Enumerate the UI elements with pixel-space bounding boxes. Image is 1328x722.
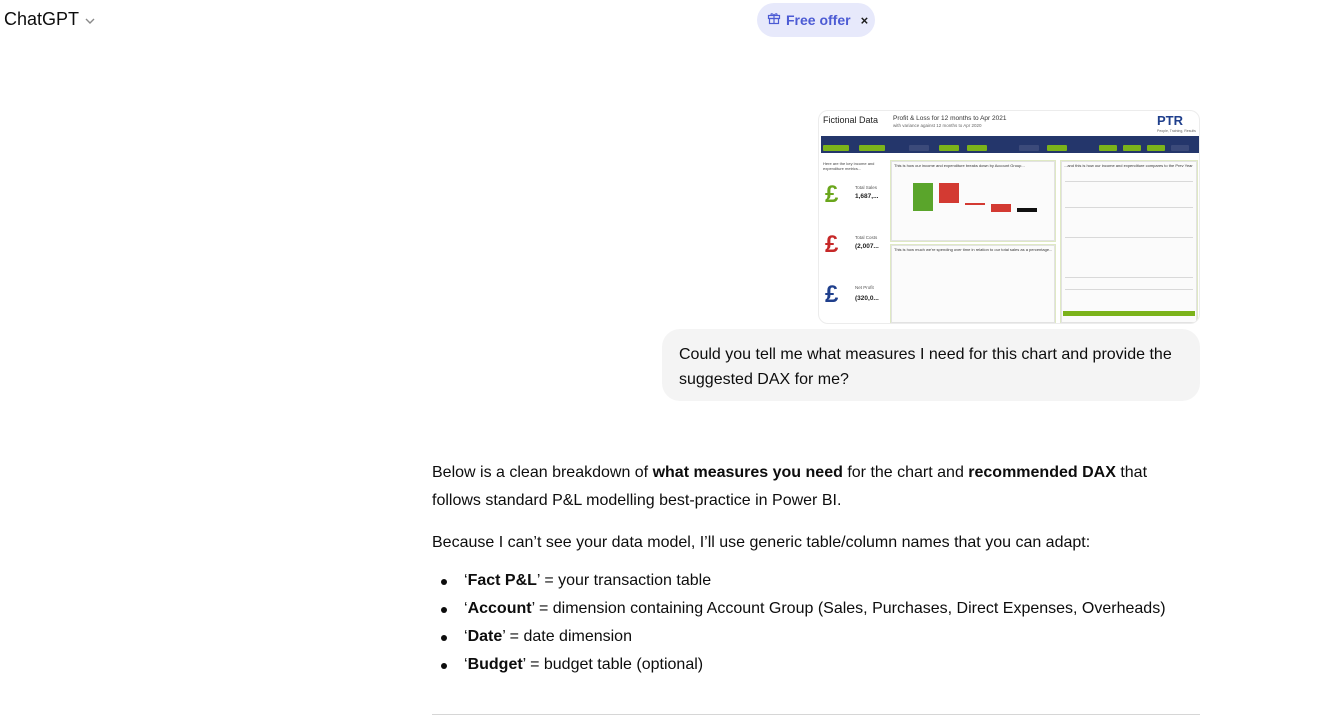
slicer xyxy=(1123,145,1141,151)
list-item: ‘Account’ = dimension containing Account… xyxy=(432,595,1200,623)
assistant-message: Below is a clean breakdown of what measu… xyxy=(432,459,1200,679)
slicer xyxy=(823,145,849,151)
list-item-desc: = your transaction table xyxy=(539,572,712,589)
free-offer-button[interactable]: Free offer × xyxy=(757,3,875,37)
pound-profit-icon: £ xyxy=(825,281,839,308)
comparison-table-panel xyxy=(1061,161,1197,323)
slicer xyxy=(909,145,929,151)
text: for the chart and xyxy=(842,464,969,481)
text: Below is a clean breakdown of xyxy=(432,464,653,481)
slicer xyxy=(859,145,885,151)
waterfall-bar xyxy=(939,183,959,203)
bold-text: recommended DAX xyxy=(968,464,1116,481)
waterfall-bar xyxy=(991,204,1011,212)
model-name: ChatGPT xyxy=(4,9,80,29)
list-item-name: Account xyxy=(467,600,532,617)
kpi-label: Net Profit xyxy=(855,285,874,290)
slicer xyxy=(1047,145,1067,151)
kpi-value: (320,0... xyxy=(855,295,879,302)
table-name-list: ‘Fact P&L’ = your transaction table ‘Acc… xyxy=(432,567,1200,679)
attached-image[interactable]: Fictional Data Profit & Loss for 12 mont… xyxy=(818,110,1200,324)
list-item: ‘Fact P&L’ = your transaction table xyxy=(432,567,1200,595)
slicer xyxy=(1099,145,1117,151)
table-total-row xyxy=(1063,311,1195,316)
comparison-table-title: ...and this is how our income and expend… xyxy=(1064,163,1193,168)
table-row xyxy=(1065,181,1193,182)
close-icon[interactable]: × xyxy=(861,13,869,28)
model-switcher[interactable]: ChatGPT xyxy=(4,9,97,30)
kpi-intro: Here are the key income and expenditure … xyxy=(823,161,875,171)
table-row xyxy=(1065,207,1193,208)
ptr-logo-tagline: People, Training, Results xyxy=(1157,129,1196,133)
pound-costs-icon: £ xyxy=(825,231,839,258)
slicer xyxy=(1019,145,1039,151)
kpi-label: Total Costs xyxy=(855,235,878,240)
dashboard-subtitle: Profit & Loss for 12 months to Apr 2021 xyxy=(893,115,1007,122)
kpi-value: (2,007... xyxy=(855,243,879,250)
list-item: ‘Date’ = date dimension xyxy=(432,623,1200,651)
slicer xyxy=(967,145,987,151)
dashboard-subtitle-2: with variance against 12 months to Apr 2… xyxy=(893,123,982,128)
ptr-logo: PTR xyxy=(1157,113,1183,128)
user-message-text: Could you tell me what measures I need f… xyxy=(679,346,1172,388)
top-bar: ChatGPT Free offer × xyxy=(0,0,1328,42)
dashboard-title: Fictional Data xyxy=(823,115,879,125)
kpi-value: 1,687,... xyxy=(855,193,879,200)
assistant-paragraph-2: Because I can’t see your data model, I’l… xyxy=(432,534,1091,551)
table-row xyxy=(1065,289,1193,290)
waterfall-panel-title: This is how our income and expenditure b… xyxy=(894,163,1025,168)
list-item-desc: = date dimension xyxy=(505,628,632,645)
list-item: ‘Budget’ = budget table (optional) xyxy=(432,651,1200,679)
chevron-down-icon xyxy=(83,14,97,28)
waterfall-bar xyxy=(913,183,933,211)
list-item-desc: = dimension containing Account Group (Sa… xyxy=(534,600,1166,617)
table-row xyxy=(1065,237,1193,238)
gift-icon xyxy=(767,11,781,30)
slicer xyxy=(939,145,959,151)
monthly-panel xyxy=(891,245,1055,323)
pound-sales-icon: £ xyxy=(825,181,839,208)
slicer xyxy=(1147,145,1165,151)
monthly-panel-title: This is how much we're spending over tim… xyxy=(894,247,1053,252)
waterfall-bar xyxy=(1017,208,1037,212)
free-offer-label: Free offer xyxy=(786,12,851,28)
waterfall-bar xyxy=(965,203,985,205)
bold-text: what measures you need xyxy=(652,464,843,481)
divider xyxy=(432,714,1200,715)
list-item-desc: = budget table (optional) xyxy=(525,656,704,673)
list-item-name: Date xyxy=(467,628,503,645)
slicer xyxy=(1171,145,1189,151)
table-row xyxy=(1065,277,1193,278)
list-item-name: Budget xyxy=(467,656,523,673)
list-item-name: Fact P&L xyxy=(467,572,537,589)
kpi-label: Total Sales xyxy=(855,185,878,190)
assistant-paragraph-1: Below is a clean breakdown of what measu… xyxy=(432,459,1200,515)
user-message: Could you tell me what measures I need f… xyxy=(662,329,1200,401)
